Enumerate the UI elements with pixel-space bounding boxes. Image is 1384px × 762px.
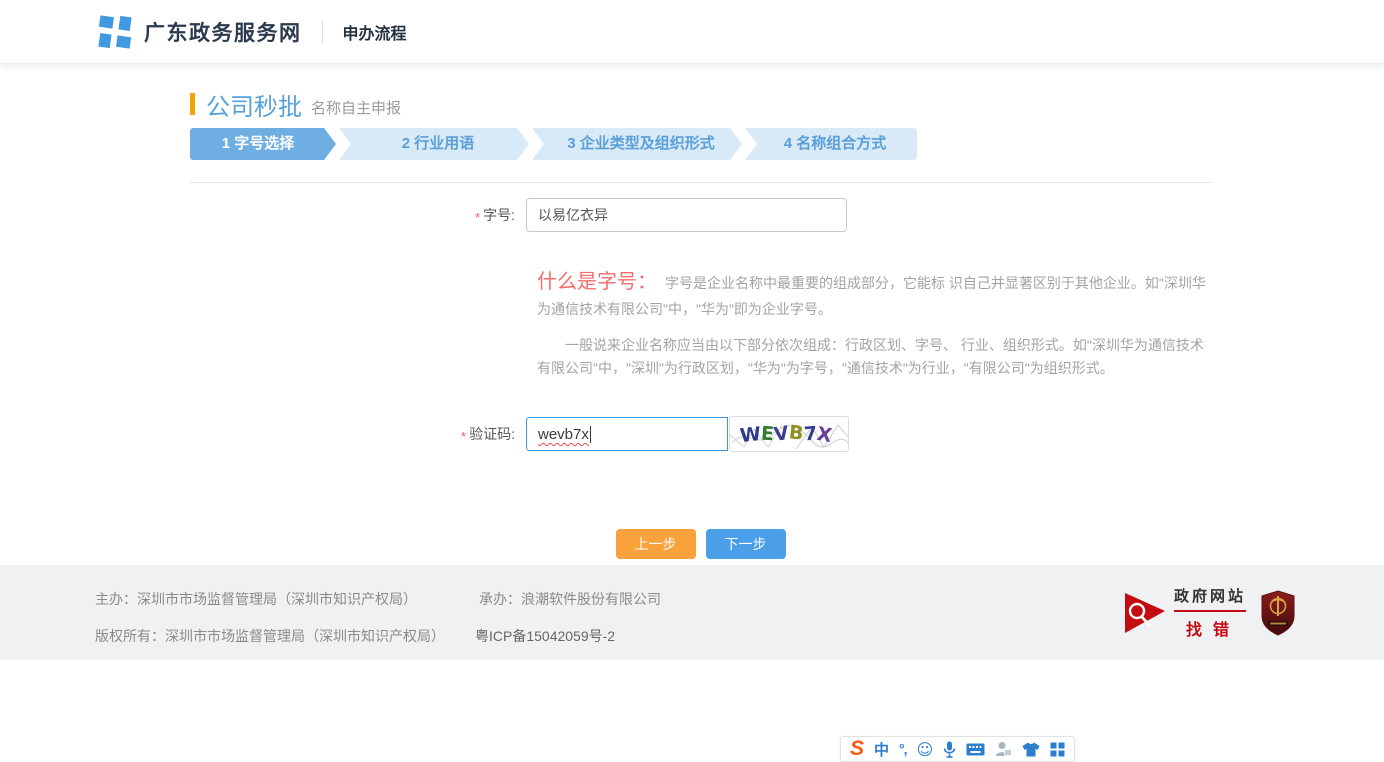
red-shield-badge-icon[interactable] [1260,590,1296,636]
form-buttons: 上一步 下一步 [190,529,1211,559]
chinese-mode-icon[interactable]: 中 [874,739,889,760]
help-paragraph-2: 一般说来企业名称应当由以下部分依次组成：行政区划、字号、 行业、组织形式。如"深… [537,334,1209,379]
microphone-icon[interactable] [943,741,956,758]
main-content: 公司秒批 名称自主申报 1 字号选择 2 行业用语 3 企业类型及组织形式 4 … [190,89,1211,559]
pinwheel-logo-icon[interactable] [96,13,134,51]
soft-keyboard-icon[interactable] [966,743,985,756]
toolbox-grid-icon[interactable] [1050,742,1065,757]
skin-shirt-icon[interactable] [1022,742,1040,757]
captcha-image[interactable]: W E V B 7 X [729,416,849,452]
captcha-input[interactable]: wevb7x [526,417,728,451]
footer-copyright: 版权所有：深圳市市场监督管理局（深圳市知识产权局） [95,626,445,646]
captcha-input-value: wevb7x [538,426,589,443]
captcha-field-row: *验证码: wevb7x W E V B 7 X [190,417,1211,452]
captcha-char: B [788,422,805,445]
name-field-label: *字号: [190,205,526,225]
help-paragraph-1: 什么是字号：字号是企业名称中最重要的组成部分，它能标 识自己并显著区别于其他企业… [537,266,1209,321]
captcha-field-label: *验证码: [190,424,526,444]
text-caret [590,426,591,443]
step-tab-4[interactable]: 4 名称组合方式 [745,128,917,160]
step-wizard: 1 字号选择 2 行业用语 3 企业类型及组织形式 4 名称组合方式 [190,128,1211,160]
punctuation-toggle-icon[interactable]: °, [899,741,907,757]
step-tab-3[interactable]: 3 企业类型及组织形式 [532,128,742,160]
required-asterisk: * [475,210,480,225]
footer-icp-number: 粤ICP备15042059号-2 [475,626,615,646]
captcha-char: W [739,423,762,447]
header: 广东政务服务网 申办流程 [0,0,1384,64]
ime-toolbar: S 中 °, ☺ [840,736,1075,762]
name-field-row: *字号: [190,198,1211,232]
footer-badges: 政府网站 找错 [1122,585,1296,640]
footer-host: 主办：深圳市市场监督管理局（深圳市知识产权局） [95,589,417,609]
name-input[interactable] [526,198,847,232]
required-asterisk: * [461,429,466,444]
header-divider [322,21,323,43]
page-title-row: 公司秒批 名称自主申报 [190,89,1211,119]
help-block: 什么是字号：字号是企业名称中最重要的组成部分，它能标 识自己并显著区别于其他企业… [537,266,1209,379]
emoji-icon[interactable]: ☺ [917,740,934,759]
next-step-button[interactable]: 下一步 [706,529,786,559]
help-heading: 什么是字号： [537,271,657,293]
page-subtitle: 名称自主申报 [311,91,401,118]
page-title: 公司秒批 [206,87,302,122]
gov-site-find-error-badge[interactable]: 政府网站 找错 [1122,585,1246,640]
find-error-magnifier-icon [1122,590,1168,636]
footer-undertake: 承办：浪潮软件股份有限公司 [479,589,661,609]
find-error-text: 政府网站 找错 [1174,585,1246,640]
prev-step-button[interactable]: 上一步 [616,529,696,559]
footer: 主办：深圳市市场监督管理局（深圳市知识产权局） 承办：浪潮软件股份有限公司 版权… [0,565,1384,660]
site-title: 广东政务服务网 [144,17,302,47]
content-divider [190,182,1211,183]
sogou-logo-icon[interactable]: S [850,738,864,759]
step-tab-1[interactable]: 1 字号选择 [190,128,336,160]
header-nav-label: 申办流程 [343,20,407,44]
step-tab-2[interactable]: 2 行业用语 [339,128,529,160]
passport-account-icon[interactable] [995,741,1012,757]
title-accent-bar [190,93,195,115]
